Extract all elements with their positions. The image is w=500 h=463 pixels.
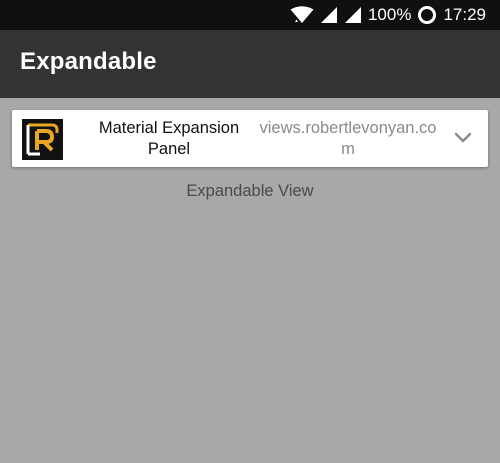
expansion-panel[interactable]: Material Expansion Panel views.robertlev… [12, 110, 488, 167]
panel-title: Material Expansion Panel [98, 119, 240, 158]
clock: 17:29 [443, 5, 486, 24]
signal-icon [320, 6, 338, 24]
panel-subtitle: views.robertlevonyan.com [259, 119, 437, 158]
battery-percentage: 100% [367, 5, 412, 24]
signal-icon [344, 6, 362, 24]
caption-label: Expandable View [186, 182, 314, 200]
rl-logo-icon [22, 119, 63, 160]
app-bar: Expandable [0, 30, 500, 98]
status-bar: 100% 17:29 [0, 0, 500, 30]
app-title: Expandable [20, 48, 157, 75]
chevron-down-icon[interactable] [454, 130, 472, 146]
status-indicators: 100% 17:29 [290, 0, 500, 30]
wifi-icon [290, 6, 314, 24]
battery-icon [417, 5, 437, 25]
